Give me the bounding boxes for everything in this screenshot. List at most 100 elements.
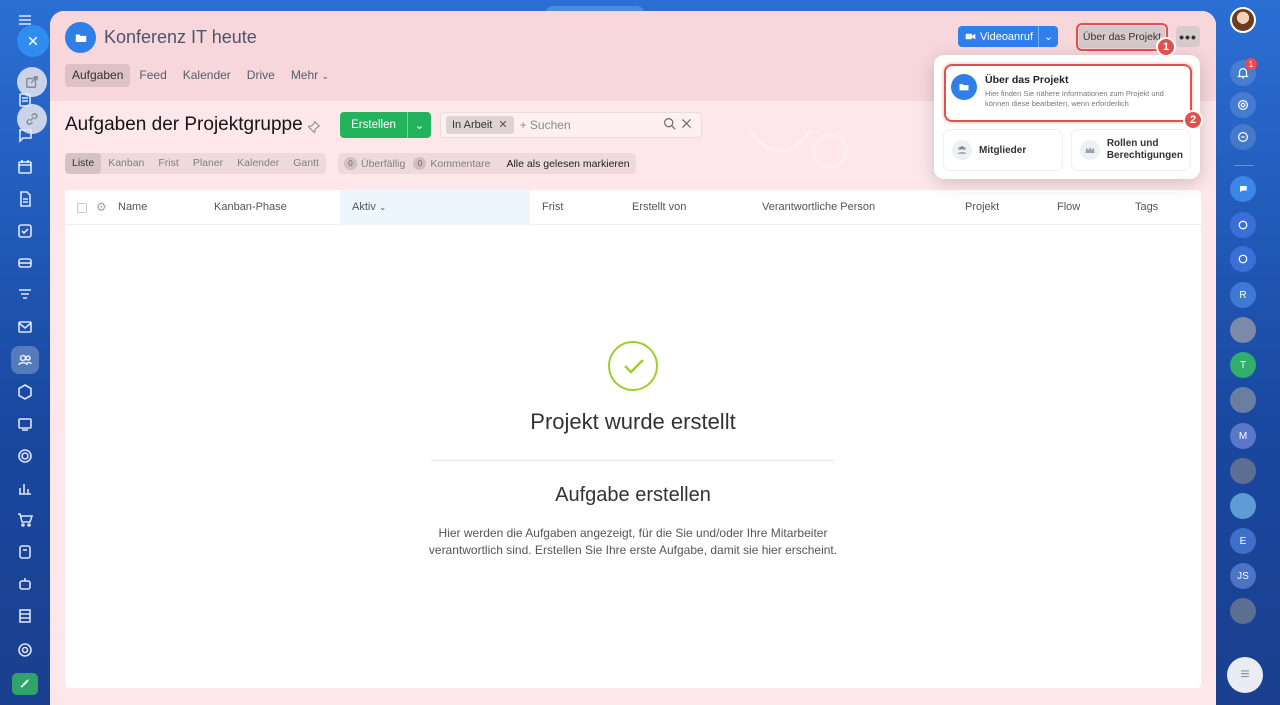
channel-avatar-icon-2[interactable] bbox=[1230, 246, 1256, 272]
contact-avatar-photo-2[interactable] bbox=[1230, 387, 1256, 413]
rocket-icon[interactable] bbox=[12, 673, 38, 695]
board-icon[interactable] bbox=[13, 412, 37, 436]
search-input[interactable] bbox=[519, 118, 650, 132]
members-icon bbox=[952, 140, 972, 160]
contact-avatar-js[interactable]: JS bbox=[1230, 563, 1256, 589]
view-planer[interactable]: Planer bbox=[186, 153, 230, 174]
contact-avatar-e[interactable]: E bbox=[1230, 528, 1256, 554]
more-options-button[interactable]: ••• bbox=[1176, 26, 1200, 47]
filter-chip-in-arbeit[interactable]: In Arbeit ✕ bbox=[446, 116, 514, 134]
copy-link-icon[interactable] bbox=[17, 104, 47, 134]
notification-badge: 1 bbox=[1245, 58, 1257, 70]
contact-avatar-photo-3[interactable] bbox=[1230, 458, 1256, 484]
select-all-checkbox[interactable] bbox=[77, 203, 87, 213]
close-slider-button[interactable] bbox=[17, 25, 49, 57]
chevron-down-icon: ⌄ bbox=[321, 71, 330, 81]
tab-mehr-label: Mehr bbox=[290, 68, 319, 82]
create-task-button[interactable]: Erstellen ⌄ bbox=[340, 112, 431, 138]
column-aktiv[interactable]: Aktiv ⌄ bbox=[352, 190, 386, 225]
empty-state-description: Hier werden die Aufgaben angezeigt, für … bbox=[428, 526, 838, 557]
video-call-dropdown-icon[interactable]: ⌄ bbox=[1038, 26, 1058, 47]
tab-feed[interactable]: Feed bbox=[132, 64, 173, 87]
analytics-icon[interactable] bbox=[13, 476, 37, 500]
search-chat-icon[interactable] bbox=[1230, 124, 1256, 150]
calendar-icon[interactable] bbox=[13, 155, 37, 179]
column-kanban-phase[interactable]: Kanban-Phase bbox=[214, 190, 287, 225]
members-button[interactable]: Mitglieder bbox=[944, 130, 1062, 170]
tab-aufgaben[interactable]: Aufgaben bbox=[65, 64, 131, 87]
tasks-icon[interactable] bbox=[13, 219, 37, 243]
mail-icon[interactable] bbox=[13, 315, 37, 339]
remove-filter-icon[interactable]: ✕ bbox=[498, 116, 507, 134]
filter-search-box[interactable]: In Arbeit ✕ bbox=[440, 112, 702, 138]
column-flow[interactable]: Flow bbox=[1057, 190, 1080, 225]
create-task-link[interactable]: Aufgabe erstellen bbox=[65, 484, 1201, 507]
settings-icon[interactable] bbox=[13, 638, 37, 662]
view-liste[interactable]: Liste bbox=[65, 153, 102, 174]
groups-icon[interactable] bbox=[11, 346, 39, 374]
target-icon[interactable] bbox=[13, 444, 37, 468]
store-icon[interactable] bbox=[13, 540, 37, 564]
search-icon[interactable] bbox=[663, 117, 676, 130]
view-kalender[interactable]: Kalender bbox=[230, 153, 286, 174]
create-dropdown-icon[interactable]: ⌄ bbox=[407, 112, 431, 138]
view-frist[interactable]: Frist bbox=[151, 153, 185, 174]
crown-icon bbox=[1080, 140, 1100, 160]
filter-chip-label: In Arbeit bbox=[452, 119, 493, 131]
empty-state-title: Projekt wurde erstellt bbox=[530, 409, 736, 434]
column-name[interactable]: Name bbox=[118, 190, 147, 225]
hexagon-icon[interactable] bbox=[13, 380, 37, 404]
view-gantt[interactable]: Gantt bbox=[286, 153, 326, 174]
column-erstellt-von[interactable]: Erstellt von bbox=[632, 190, 686, 225]
funnel-icon[interactable] bbox=[13, 283, 37, 307]
members-label: Mitglieder bbox=[979, 144, 1027, 156]
contact-avatar-m[interactable]: M bbox=[1230, 423, 1256, 449]
column-verantwortliche-person[interactable]: Verantwortliche Person bbox=[762, 190, 875, 225]
tab-kalender[interactable]: Kalender bbox=[176, 64, 238, 87]
video-call-button[interactable]: Videoanruf ⌄ bbox=[958, 26, 1058, 47]
comments-counter[interactable]: 0 Kommentare bbox=[413, 157, 490, 170]
clear-icon[interactable] bbox=[680, 117, 693, 130]
step-badge-1: 1 bbox=[1156, 37, 1176, 57]
robot-icon[interactable] bbox=[13, 572, 37, 596]
overdue-label: Überfällig bbox=[361, 157, 406, 170]
tab-drive[interactable]: Drive bbox=[240, 64, 282, 87]
contact-avatar-r[interactable]: R bbox=[1230, 282, 1256, 308]
overdue-counter[interactable]: 0 Überfällig bbox=[344, 157, 405, 170]
contact-avatar-photo-4[interactable] bbox=[1230, 493, 1256, 519]
view-switcher: Liste Kanban Frist Planer Kalender Gantt bbox=[65, 153, 326, 174]
channel-avatar-icon[interactable] bbox=[1230, 212, 1256, 238]
project-tabs: Aufgaben Feed Kalender Drive Mehr ⌄ bbox=[65, 64, 336, 87]
contact-avatar-t[interactable]: T bbox=[1230, 352, 1256, 378]
chat-avatar-icon[interactable] bbox=[1230, 176, 1256, 202]
about-project-menu-item[interactable]: Über das Projekt Hier finden Sie nähere … bbox=[944, 64, 1192, 122]
comments-label: Kommentare bbox=[430, 157, 491, 170]
about-project-title: Über das Projekt bbox=[985, 74, 1069, 86]
right-rail-divider bbox=[1234, 165, 1254, 166]
view-kanban[interactable]: Kanban bbox=[101, 153, 151, 174]
mark-all-read-link[interactable]: Alle als gelesen markieren bbox=[506, 158, 629, 170]
contact-avatar-photo-1[interactable] bbox=[1230, 317, 1256, 343]
menu-lines-icon[interactable]: ≡ bbox=[1227, 657, 1263, 693]
document-icon[interactable] bbox=[13, 187, 37, 211]
gear-icon[interactable]: ⚙ bbox=[96, 201, 108, 213]
contact-avatar-photo-5[interactable] bbox=[1230, 598, 1256, 624]
project-title: Konferenz IT heute bbox=[104, 27, 257, 47]
tab-mehr[interactable]: Mehr ⌄ bbox=[284, 64, 336, 87]
column-frist[interactable]: Frist bbox=[542, 190, 563, 225]
pulse-icon[interactable] bbox=[1230, 92, 1256, 118]
about-project-button[interactable]: Über das Projekt bbox=[1076, 23, 1168, 51]
search-actions bbox=[663, 117, 693, 130]
column-tags[interactable]: Tags bbox=[1135, 190, 1158, 225]
building-icon[interactable] bbox=[13, 604, 37, 628]
roles-permissions-button[interactable]: Rollen und Berechtigungen bbox=[1072, 130, 1190, 170]
table-header: ⚙ Name Kanban-Phase Aktiv ⌄ Frist Erstel… bbox=[65, 190, 1201, 225]
column-projekt[interactable]: Projekt bbox=[965, 190, 999, 225]
pin-icon[interactable] bbox=[307, 120, 321, 134]
open-in-new-window-icon[interactable] bbox=[17, 67, 47, 97]
user-avatar[interactable] bbox=[1230, 7, 1256, 33]
checkmark-icon bbox=[608, 341, 658, 391]
crm-icon[interactable] bbox=[13, 251, 37, 275]
cart-icon[interactable] bbox=[13, 508, 37, 532]
comments-count: 0 bbox=[413, 157, 427, 170]
